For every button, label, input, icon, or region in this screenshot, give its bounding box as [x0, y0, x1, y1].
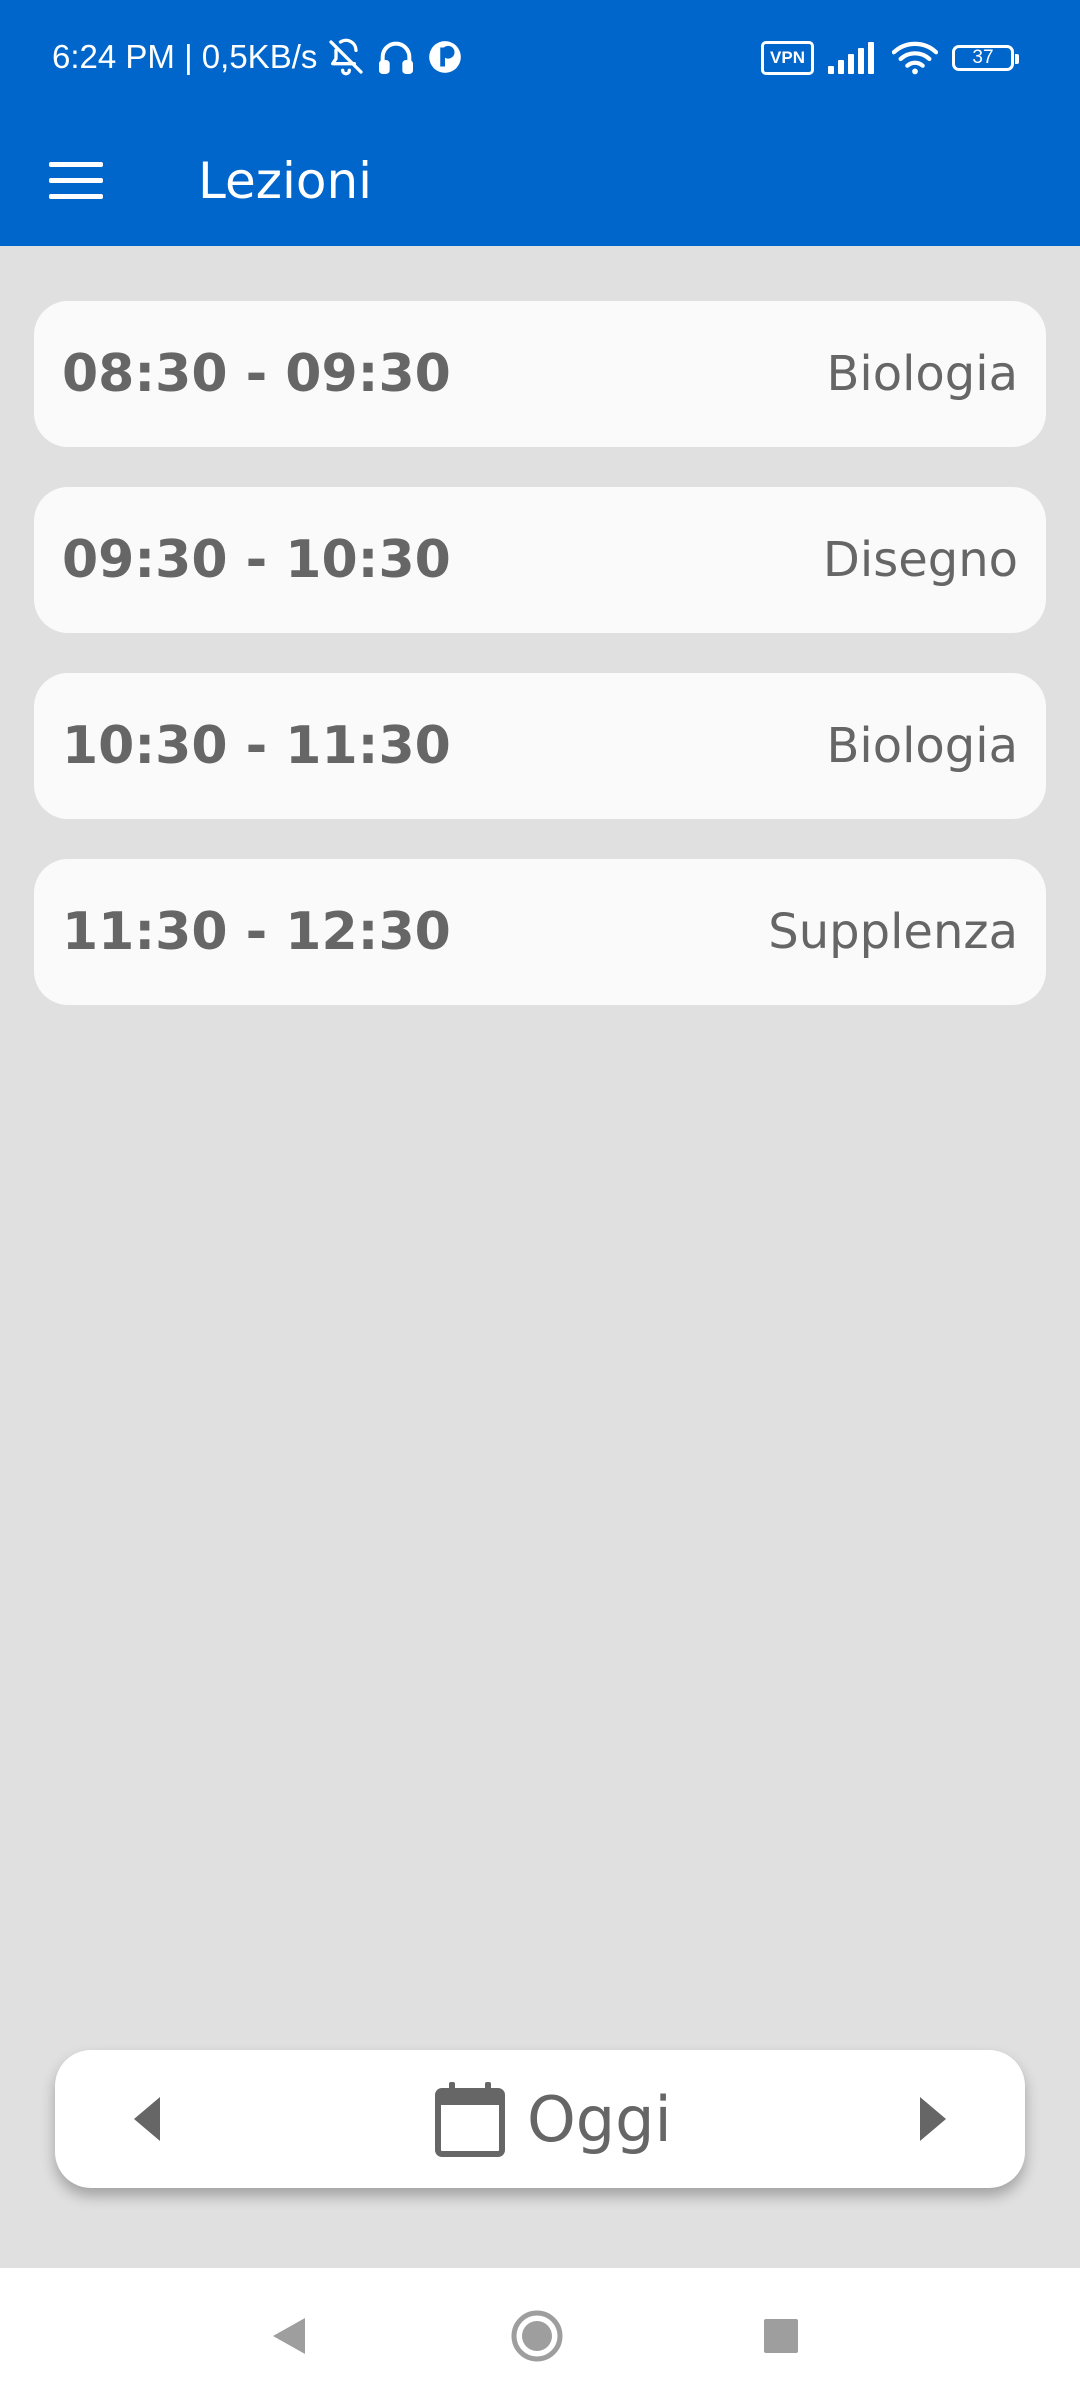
calendar-icon	[435, 2081, 505, 2157]
recents-icon	[763, 2318, 799, 2354]
today-label: Oggi	[527, 2082, 672, 2156]
lesson-subject: Biologia	[826, 718, 1018, 774]
system-home-button[interactable]	[505, 2304, 569, 2368]
lesson-subject: Disegno	[822, 532, 1018, 588]
lesson-item[interactable]: 11:30 - 12:30 Supplenza	[34, 859, 1046, 1005]
status-icons-right: VPN 37	[761, 38, 1019, 78]
lesson-list: 08:30 - 09:30 Biologia 09:30 - 10:30 Dis…	[34, 301, 1046, 1045]
chevron-left-icon	[132, 2095, 162, 2143]
next-day-button[interactable]	[893, 2079, 973, 2159]
back-icon	[271, 2316, 307, 2356]
lesson-item[interactable]: 10:30 - 11:30 Biologia	[34, 673, 1046, 819]
lesson-time: 09:30 - 10:30	[62, 530, 451, 590]
status-time: 6:24 PM | 0,5KB/s	[52, 38, 318, 75]
vpn-badge: VPN	[761, 41, 814, 75]
lesson-subject: Biologia	[826, 346, 1018, 402]
system-navigation-bar	[0, 2268, 1080, 2400]
home-icon	[510, 2309, 564, 2363]
system-recents-button[interactable]	[749, 2304, 813, 2368]
lesson-subject: Supplenza	[768, 904, 1018, 960]
signal-icon	[828, 42, 878, 74]
system-back-button[interactable]	[257, 2304, 321, 2368]
toolbar: Lezioni	[0, 115, 1080, 246]
app-notification-icon	[426, 38, 464, 76]
chevron-right-icon	[918, 2095, 948, 2143]
headset-icon	[376, 37, 416, 77]
wifi-icon	[892, 40, 938, 76]
menu-button[interactable]	[36, 140, 116, 220]
status-bar: 6:24 PM | 0,5KB/s VPN 37	[0, 0, 1080, 115]
lesson-item[interactable]: 09:30 - 10:30 Disegno	[34, 487, 1046, 633]
page-title: Lezioni	[198, 152, 373, 210]
previous-day-button[interactable]	[107, 2079, 187, 2159]
date-navigator: Oggi	[55, 2050, 1025, 2188]
lesson-time: 10:30 - 11:30	[62, 716, 451, 776]
lesson-item[interactable]: 08:30 - 09:30 Biologia	[34, 301, 1046, 447]
lesson-time: 11:30 - 12:30	[62, 902, 451, 962]
lesson-time: 08:30 - 09:30	[62, 344, 451, 404]
battery-indicator: 37	[952, 45, 1019, 71]
status-icons-left	[326, 34, 464, 80]
app-bar: 6:24 PM | 0,5KB/s VPN 37 Lezioni	[0, 0, 1080, 246]
today-button[interactable]: Oggi	[435, 2078, 672, 2160]
bell-off-icon	[326, 37, 366, 77]
menu-icon	[49, 160, 103, 200]
